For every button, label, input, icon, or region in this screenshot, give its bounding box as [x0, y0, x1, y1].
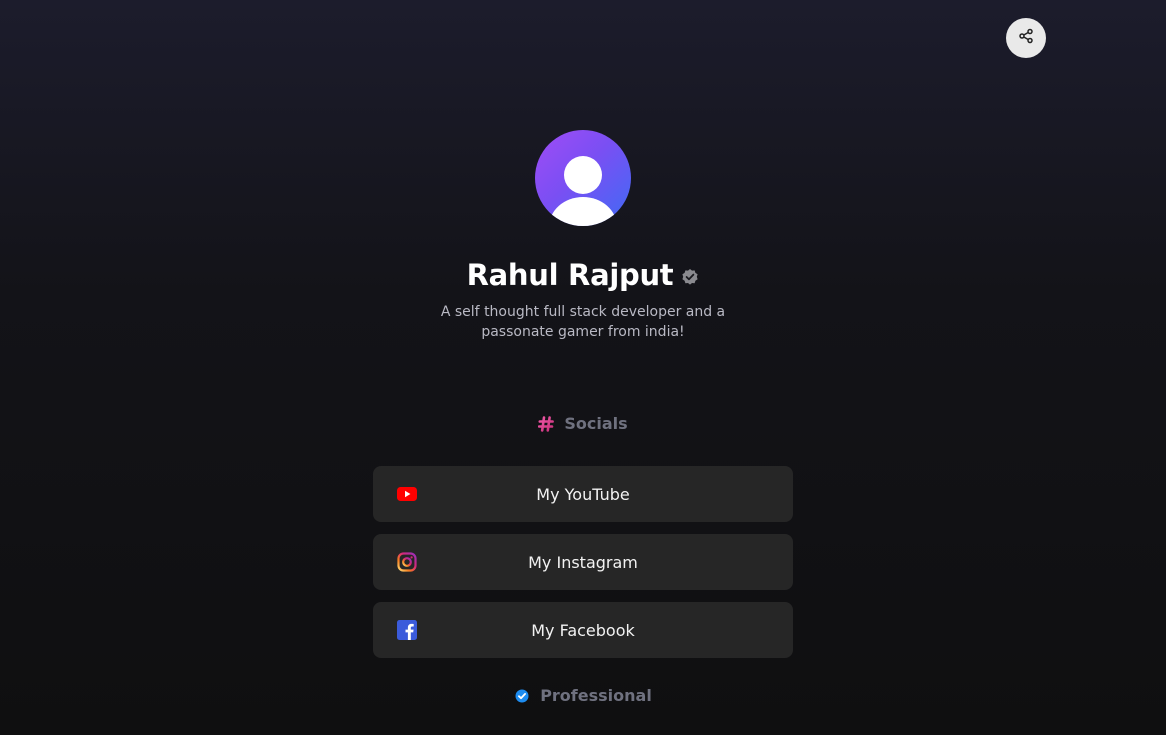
professional-section-title: Professional: [540, 686, 652, 705]
youtube-icon: [397, 484, 417, 504]
youtube-link-label: My YouTube: [536, 484, 630, 504]
facebook-link-button[interactable]: My Facebook: [373, 602, 793, 658]
facebook-icon: [397, 620, 417, 640]
professional-section-header: Professional: [0, 686, 1166, 705]
facebook-link-label: My Facebook: [531, 620, 635, 640]
profile-name: Rahul Rajput: [466, 258, 674, 292]
instagram-link-button[interactable]: My Instagram: [373, 534, 793, 590]
socials-section-header: Socials: [0, 414, 1166, 433]
youtube-link-button[interactable]: My YouTube: [373, 466, 793, 522]
verified-badge-icon: [681, 268, 699, 286]
share-button[interactable]: [1006, 18, 1046, 58]
hashtag-icon: [538, 415, 555, 432]
profile-bio: A self thought full stack developer and …: [440, 304, 726, 340]
instagram-icon: [397, 552, 417, 572]
socials-section-title: Socials: [564, 414, 628, 433]
share-icon: [1018, 28, 1034, 48]
instagram-link-label: My Instagram: [528, 552, 638, 572]
profile-name-row: Rahul Rajput: [0, 258, 1166, 292]
check-circle-icon: [514, 688, 530, 704]
avatar: [535, 130, 631, 226]
